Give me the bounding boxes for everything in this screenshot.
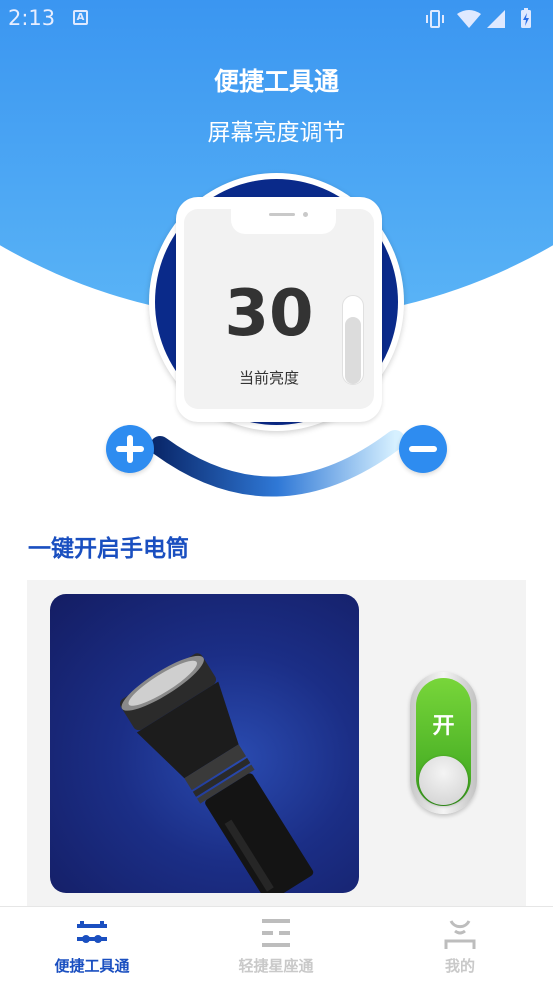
bottom-navigation: 便捷工具通 轻捷星座通 我的 [0,906,553,983]
toggle-knob[interactable] [419,756,468,805]
nav-label-profile: 我的 [444,957,475,975]
brightness-value: 30 [224,277,314,351]
nav-item-constellation[interactable]: 轻捷星座通 [184,907,368,983]
app-title: 便捷工具通 [213,67,339,96]
profile-icon [444,920,476,949]
decrease-brightness-button[interactable] [399,425,447,473]
phone-illustration: 30 当前亮度 [176,197,382,422]
vibrate-icon [426,10,444,28]
nav-item-profile[interactable]: 我的 [368,907,552,983]
wifi-icon [457,10,481,28]
brightness-level-indicator [342,295,364,385]
flashlight-toggle[interactable]: 开 [410,672,477,814]
brightness-label: 当前亮度 [238,369,299,387]
nav-label-constellation: 轻捷星座通 [238,957,314,975]
phone-notch [231,208,336,234]
notification-icon: A [73,10,88,25]
status-time: 2:13 [8,6,56,30]
brightness-level-fill [345,317,361,384]
flashlight-image [50,594,359,893]
flashlight-section-title: 一键开启手电筒 [28,536,189,562]
brightness-arc [150,430,405,497]
signal-icon [487,10,505,28]
status-icons [426,8,531,28]
flashlight-icon [120,653,314,893]
constellation-icon [262,919,290,947]
flashlight-card: 开 [27,580,526,910]
battery-icon [521,8,531,28]
toolbox-icon [77,921,107,943]
nav-label-tools: 便捷工具通 [54,957,130,975]
minus-icon [409,446,437,452]
plus-icon [116,435,144,463]
increase-brightness-button[interactable] [106,425,154,473]
toggle-label: 开 [432,714,455,739]
page-subtitle: 屏幕亮度调节 [207,120,346,146]
nav-item-tools[interactable]: 便捷工具通 [0,907,184,983]
status-bar: 2:13 A [0,0,553,38]
app-screen: 2:13 A 便捷工具通 屏幕亮度调节 30 当前亮度 一键开启手电筒 开 便捷… [0,0,553,983]
